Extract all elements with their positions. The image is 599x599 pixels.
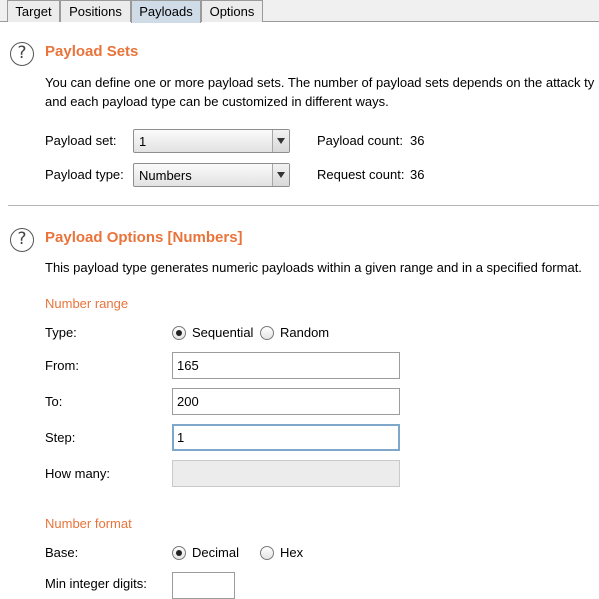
to-label: To: — [45, 394, 63, 409]
payload-count-label: Payload count: — [317, 133, 404, 148]
type-label: Type: — [45, 325, 77, 340]
min-integer-digits-input[interactable] — [172, 572, 235, 599]
tab-target[interactable]: Target — [7, 0, 60, 22]
request-count-label: Request count: — [317, 167, 405, 182]
payload-sets-title: Payload Sets — [45, 43, 139, 60]
payload-sets-description-line1: You can define one or more payload sets.… — [45, 75, 595, 90]
from-label: From: — [45, 358, 79, 373]
random-radio-label[interactable]: Random — [280, 325, 329, 340]
number-range-heading: Number range — [45, 296, 129, 311]
chevron-down-icon[interactable] — [272, 130, 289, 152]
hex-radio[interactable] — [260, 546, 274, 560]
chevron-down-icon[interactable] — [272, 164, 289, 186]
tab-positions[interactable]: Positions — [60, 0, 131, 22]
request-count-value: 36 — [410, 167, 425, 182]
payload-set-select[interactable]: 1 — [133, 129, 290, 153]
hex-radio-label[interactable]: Hex — [280, 545, 303, 560]
decimal-radio-label[interactable]: Decimal — [192, 545, 239, 560]
from-input[interactable]: 165 — [172, 352, 400, 379]
tab-payloads[interactable]: Payloads — [131, 0, 201, 23]
payload-set-label: Payload set: — [45, 133, 117, 148]
tab-bar: Target Positions Payloads Options — [0, 0, 599, 23]
sequential-radio[interactable] — [172, 326, 186, 340]
payload-options-description: This payload type generates numeric payl… — [45, 260, 582, 275]
to-input[interactable]: 200 — [172, 388, 400, 415]
number-format-heading: Number format — [45, 516, 132, 531]
payload-type-select[interactable]: Numbers — [133, 163, 290, 187]
payload-sets-description-line2: and each payload type can be customized … — [45, 94, 389, 109]
how-many-label: How many: — [45, 466, 111, 481]
sequential-radio-label[interactable]: Sequential — [192, 325, 253, 340]
decimal-radio[interactable] — [172, 546, 186, 560]
payload-count-value: 36 — [410, 133, 425, 148]
section-divider — [8, 205, 599, 206]
step-input[interactable]: 1 — [172, 424, 400, 451]
base-label: Base: — [45, 545, 79, 560]
how-many-input[interactable] — [172, 460, 400, 487]
help-icon[interactable]: ? — [10, 42, 34, 66]
help-icon[interactable]: ? — [10, 228, 34, 252]
tab-options[interactable]: Options — [201, 0, 263, 22]
random-radio[interactable] — [260, 326, 274, 340]
payload-options-title: Payload Options [Numbers] — [45, 229, 243, 246]
payload-type-value: Numbers — [139, 168, 192, 183]
step-label: Step: — [45, 430, 76, 445]
payload-type-label: Payload type: — [45, 167, 124, 182]
payload-set-value: 1 — [139, 134, 147, 149]
